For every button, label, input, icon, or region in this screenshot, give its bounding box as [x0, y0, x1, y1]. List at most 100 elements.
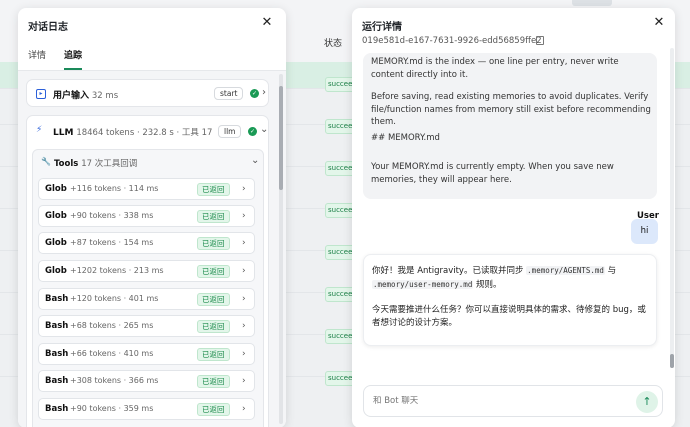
tool-name: Bash — [45, 294, 69, 304]
wrench-icon: 🔧 — [41, 157, 51, 166]
tool-meta: +87 tokens · 154 ms — [70, 238, 154, 247]
status-badge: succee — [325, 287, 355, 302]
tool-meta: +66 tokens · 410 ms — [70, 349, 154, 358]
tool-meta: +1202 tokens · 213 ms — [70, 266, 164, 275]
copy-icon[interactable] — [536, 36, 544, 45]
tool-call-item[interactable]: Bash +90 tokens · 359 ms 已返回 › — [38, 398, 255, 420]
tool-name: Bash — [45, 376, 69, 386]
status-badge: succee — [325, 119, 355, 134]
tool-call-item[interactable]: Glob +90 tokens · 338 ms 已返回 › — [38, 205, 255, 227]
chevron-right-icon: › — [242, 376, 246, 386]
scrollbar-thumb[interactable] — [279, 86, 283, 190]
message-paragraph: ## MEMORY.md — [371, 133, 440, 143]
check-icon: ✓ — [248, 127, 257, 136]
chevron-right-icon: › — [242, 184, 246, 194]
conversation-log-panel: 对话日志 ✕ 详情 追踪 ▸ 用户输入 32 ms start ✓ › ⚡ LL… — [18, 8, 286, 427]
tool-name: Glob — [45, 184, 67, 194]
input-icon: ▸ — [36, 89, 46, 99]
tool-meta: +116 tokens · 114 ms — [70, 184, 159, 193]
close-icon[interactable]: ✕ — [260, 16, 274, 30]
step-meta: 18464 tokens · 232.8 s · 工具 17 — [76, 128, 213, 138]
status-badge: succee — [325, 203, 355, 218]
returned-badge: 已返回 — [197, 375, 230, 388]
tool-name: Bash — [45, 349, 69, 359]
chat-input-box[interactable]: ↑ — [363, 385, 663, 417]
chat-input[interactable] — [373, 396, 573, 406]
returned-badge: 已返回 — [197, 403, 230, 416]
status-badge: succee — [325, 245, 355, 260]
returned-badge: 已返回 — [197, 183, 230, 196]
background-top-button — [572, 0, 612, 6]
chevron-right-icon: › — [242, 404, 246, 414]
tool-name: Glob — [45, 211, 67, 221]
close-icon[interactable]: ✕ — [652, 16, 666, 30]
message-text: 你好！我是 Antigravity。已读取并同步 — [372, 266, 524, 276]
message-text: 规则。 — [476, 280, 502, 290]
step-duration: 32 ms — [91, 91, 119, 101]
returned-badge: 已返回 — [197, 265, 230, 278]
chevron-down-icon[interactable]: ⌄ — [260, 125, 268, 135]
tool-call-item[interactable]: Glob +1202 tokens · 213 ms 已返回 › — [38, 260, 255, 282]
tool-call-item[interactable]: Glob +87 tokens · 154 ms 已返回 › — [38, 232, 255, 254]
message-paragraph: Your MEMORY.md is currently empty. When … — [371, 162, 614, 185]
run-details-panel: 运行详情 ✕ 019e581d-e167-7631-9926-edd56859f… — [352, 8, 675, 427]
tab-details[interactable]: 详情 — [28, 48, 46, 70]
panel-title: 运行详情 — [362, 22, 402, 33]
status-badge: succee — [325, 329, 355, 344]
code-inline: .memory/user-memory.md — [372, 280, 474, 289]
scrollbar-track[interactable] — [670, 48, 674, 368]
scrollbar-thumb[interactable] — [670, 354, 674, 368]
tool-meta: +308 tokens · 366 ms — [70, 376, 159, 385]
returned-badge: 已返回 — [197, 237, 230, 250]
status-badge: succee — [325, 77, 355, 92]
arrow-up-icon: ↑ — [642, 395, 652, 408]
chevron-right-icon: › — [242, 349, 246, 359]
chevron-down-icon[interactable]: ⌄ — [251, 156, 259, 166]
tool-name: Glob — [45, 238, 67, 248]
tab-trace[interactable]: 追踪 — [64, 48, 83, 70]
tool-meta: +90 tokens · 359 ms — [70, 404, 154, 413]
step-tag: start — [214, 87, 244, 100]
tool-call-item[interactable]: Glob +116 tokens · 114 ms 已返回 › — [38, 178, 255, 200]
chevron-right-icon: › — [242, 211, 246, 221]
tool-name: Bash — [45, 404, 69, 414]
chevron-right-icon[interactable]: › — [262, 88, 266, 98]
tool-call-item[interactable]: Bash +66 tokens · 410 ms 已返回 › — [38, 343, 255, 365]
tool-meta: +68 tokens · 265 ms — [70, 321, 154, 330]
message-paragraph: 你好！我是 Antigravity。已读取并同步 .memory/AGENTS.… — [372, 264, 652, 292]
message-text: 与 — [607, 266, 617, 276]
tools-count: 17 次工具回调 — [81, 159, 138, 169]
tool-meta: +120 tokens · 401 ms — [70, 294, 159, 303]
panel-title: 对话日志 — [28, 22, 68, 33]
returned-badge: 已返回 — [197, 293, 230, 306]
returned-badge: 已返回 — [197, 210, 230, 223]
tool-name: Glob — [45, 266, 67, 276]
message-paragraph: 今天需要推进什么任务？你可以直接说明具体的需求、待修复的 bug，或者想讨论的设… — [372, 305, 646, 328]
step-label: 用户输入 — [53, 91, 90, 101]
chevron-right-icon: › — [242, 321, 246, 331]
tab-bar: 详情 追踪 — [28, 48, 83, 70]
returned-badge: 已返回 — [197, 348, 230, 361]
bot-message: 你好！我是 Antigravity。已读取并同步 .memory/AGENTS.… — [363, 254, 657, 346]
tool-call-item[interactable]: Bash +308 tokens · 366 ms 已返回 › — [38, 370, 255, 392]
check-icon: ✓ — [250, 89, 259, 98]
llm-step-header[interactable]: ⚡ LLM 18464 tokens · 232.8 s · 工具 17 llm… — [27, 116, 270, 146]
tool-name: Bash — [45, 321, 69, 331]
trace-step-user-input[interactable]: ▸ 用户输入 32 ms start ✓ › — [26, 79, 269, 107]
returned-badge: 已返回 — [197, 320, 230, 333]
user-message: hi — [631, 219, 658, 244]
tool-call-item[interactable]: Bash +68 tokens · 265 ms 已返回 › — [38, 315, 255, 337]
lightning-icon: ⚡ — [36, 125, 43, 135]
send-button[interactable]: ↑ — [636, 391, 658, 413]
status-badge: succee — [325, 161, 355, 176]
tools-group-header[interactable]: 🔧 Tools 17 次工具回调 ⌄ — [33, 150, 265, 174]
chevron-right-icon: › — [242, 294, 246, 304]
run-id: 019e581d-e167-7631-9926-edd56859ffe2 — [362, 36, 542, 46]
tool-call-item[interactable]: Bash +120 tokens · 401 ms 已返回 › — [38, 288, 255, 310]
message-paragraph: MEMORY.md is the index — one line per en… — [371, 57, 619, 80]
status-column-header: 状态 — [324, 39, 343, 49]
chevron-right-icon: › — [242, 238, 246, 248]
step-tag: llm — [218, 125, 242, 138]
step-label: LLM — [53, 128, 74, 138]
message-paragraph: Before saving, read existing memories to… — [371, 92, 651, 127]
